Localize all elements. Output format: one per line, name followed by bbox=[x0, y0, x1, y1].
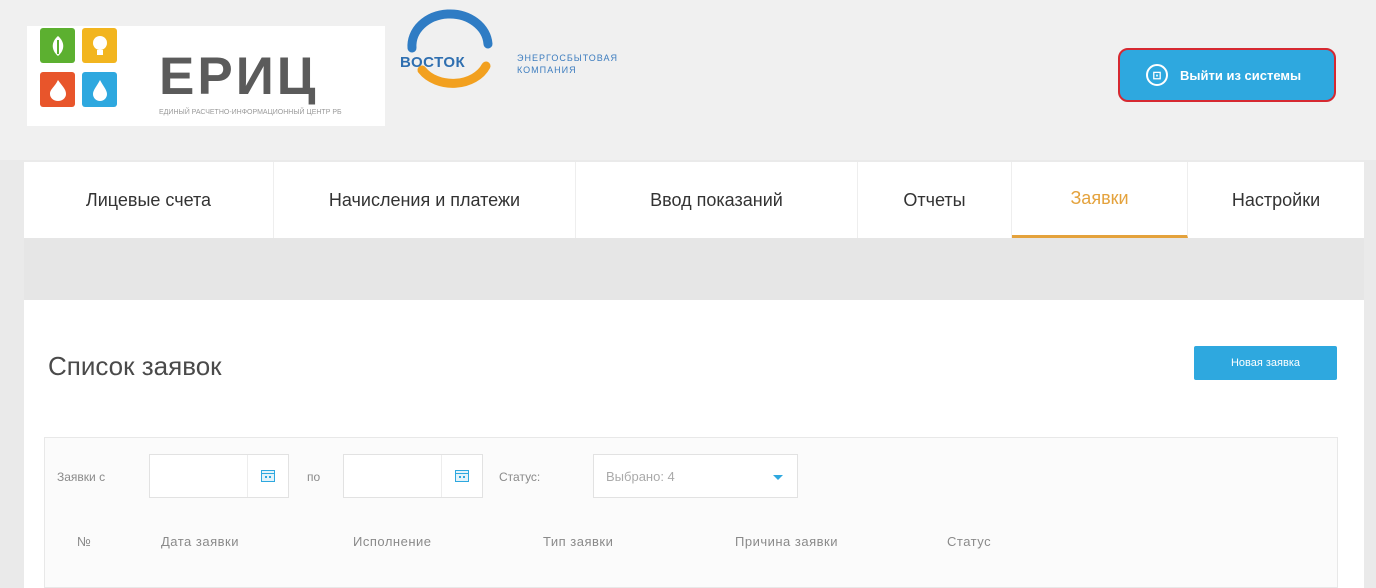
chevron-down-icon bbox=[773, 475, 783, 480]
logout-label: Выйти из системы bbox=[1180, 67, 1302, 83]
tab-settings[interactable]: Настройки bbox=[1188, 162, 1364, 238]
calendar-icon[interactable] bbox=[247, 455, 288, 497]
flame-icon bbox=[40, 72, 75, 107]
status-label: Статус: bbox=[499, 470, 541, 484]
logout-icon: ⊡ bbox=[1146, 64, 1168, 86]
logo-wordmark: ЕРИЦ bbox=[159, 47, 319, 106]
logout-button[interactable]: ⊡ Выйти из системы bbox=[1118, 48, 1336, 102]
partner-subtitle: ЭНЕРГОСБЫТОВАЯ КОМПАНИЯ bbox=[517, 53, 619, 75]
main-nav: Лицевые счета Начисления и платежи Ввод … bbox=[24, 162, 1364, 238]
date-to-field[interactable] bbox=[343, 454, 483, 498]
status-select[interactable]: Выбрано: 4 bbox=[593, 454, 798, 498]
tab-accounts[interactable]: Лицевые счета bbox=[24, 162, 274, 238]
date-to-label: по bbox=[307, 470, 321, 484]
tab-reports[interactable]: Отчеты bbox=[858, 162, 1012, 238]
tab-meter-readings[interactable]: Ввод показаний bbox=[576, 162, 858, 238]
header-bar: ЕРИЦ ЕДИНЫЙ РАСЧЕТНО-ИНФОРМАЦИОННЫЙ ЦЕНТ… bbox=[0, 0, 1376, 160]
logo-subtitle: ЕДИНЫЙ РАСЧЕТНО-ИНФОРМАЦИОННЫЙ ЦЕНТР РБ bbox=[159, 109, 342, 116]
lightbulb-icon bbox=[82, 28, 117, 63]
eric-logo[interactable]: ЕРИЦ ЕДИНЫЙ РАСЧЕТНО-ИНФОРМАЦИОННЫЙ ЦЕНТ… bbox=[27, 26, 385, 126]
leaf-icon bbox=[40, 28, 75, 63]
new-request-button[interactable]: Новая заявка bbox=[1194, 346, 1337, 380]
partner-logo-text: ВОСТОК bbox=[400, 54, 466, 71]
column-header-date[interactable]: Дата заявки bbox=[161, 534, 239, 549]
column-header-type[interactable]: Тип заявки bbox=[543, 534, 613, 549]
column-header-status[interactable]: Статус bbox=[947, 534, 991, 549]
water-drop-icon bbox=[82, 72, 117, 107]
nav-band bbox=[24, 238, 1364, 300]
tab-charges-payments[interactable]: Начисления и платежи bbox=[274, 162, 576, 238]
vostok-logo-icon bbox=[407, 9, 493, 88]
tab-requests[interactable]: Заявки bbox=[1012, 162, 1188, 238]
date-from-label: Заявки с bbox=[57, 470, 106, 484]
column-header-number[interactable]: № bbox=[77, 534, 91, 549]
calendar-icon[interactable] bbox=[441, 455, 482, 497]
column-header-reason[interactable]: Причина заявки bbox=[735, 534, 838, 549]
page-title: Список заявок bbox=[48, 351, 222, 381]
date-from-field[interactable] bbox=[149, 454, 289, 498]
column-header-execution[interactable]: Исполнение bbox=[353, 534, 432, 549]
status-select-value: Выбрано: 4 bbox=[606, 469, 675, 484]
main-content: Список заявок Новая заявка Заявки с по С… bbox=[24, 300, 1364, 588]
requests-panel: Заявки с по Статус: Выбрано: 4 № Дата за… bbox=[44, 437, 1338, 588]
